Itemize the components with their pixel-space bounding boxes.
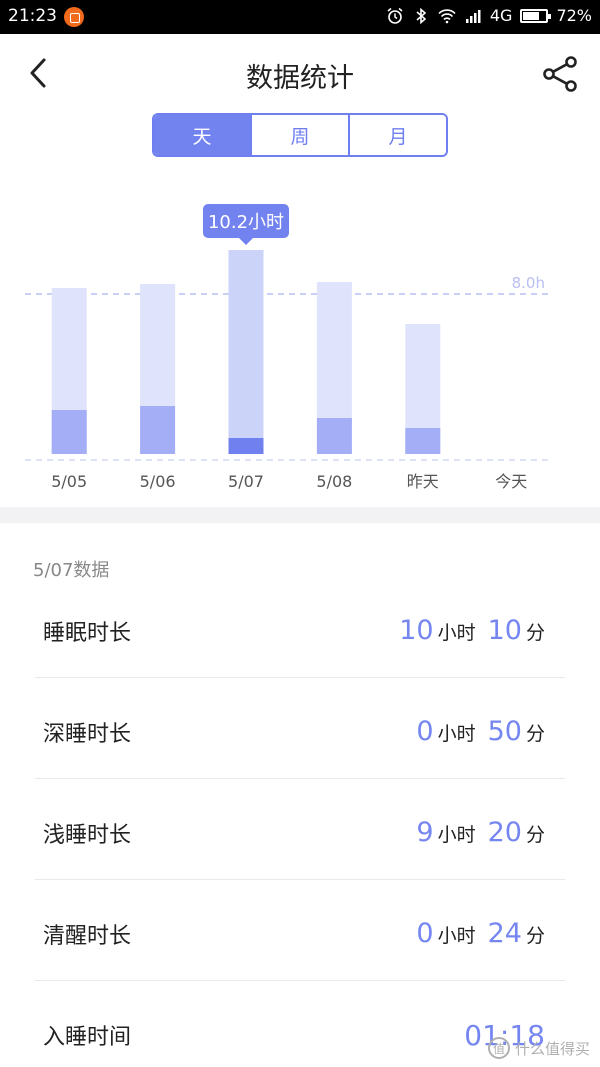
x-tick-label: 5/05 [51,472,87,491]
watermark-logo: 值 [487,1037,510,1059]
reference-line-label: 8.0h [512,274,545,292]
tab-month[interactable]: 月 [350,115,446,155]
bar-deep [228,438,264,454]
notification-app-icon [64,7,84,27]
minute-unit: 分 [525,723,545,745]
row-value: 9 小时 20 分 [416,817,545,848]
status-icons: 4G 72% [386,6,592,25]
x-tick-label: 5/06 [140,472,176,491]
tooltip-arrow [239,238,253,245]
minute-unit: 分 [525,925,545,947]
tab-day[interactable]: 天 [154,115,252,155]
row-light-sleep: 浅睡时长 9 小时 20 分 [35,779,565,880]
bar-deep [316,418,352,454]
row-sleep-time: 入睡时间 01:18 [35,981,565,1067]
sleep-bar-chart: 8.0h 5/05 5/06 5/07 5/08 昨天 今天 10.2小时 [0,180,600,510]
tooltip-label: 10.2小时 [208,212,284,233]
battery-icon [520,8,552,23]
row-deep-sleep: 深睡时长 0 小时 50 分 [35,678,565,779]
page-title: 数据统计 [246,63,354,94]
x-tick-label: 5/08 [316,472,352,491]
hours-value: 0 [416,716,434,747]
battery-percent: 72% [556,6,592,25]
wifi-icon [438,8,456,23]
bluetooth-icon [416,7,427,24]
hours-value: 9 [416,817,434,848]
row-awake: 清醒时长 0 小时 24 分 [35,880,565,981]
signal-icon [465,9,481,23]
hours-value: 10 [399,615,434,646]
details-list: 睡眠时长 10 小时 10 分 深睡时长 0 小时 50 分 浅睡时长 9 小时… [35,577,565,1067]
app-header: 数据统计 [0,34,600,114]
row-label: 清醒时长 [43,924,132,949]
watermark-text: 什么值得买 [514,1039,590,1058]
alarm-icon [387,7,403,24]
minutes-value: 20 [487,817,522,848]
hour-unit: 小时 [437,925,476,947]
x-tick-label: 5/07 [228,472,264,491]
chart-svg: 8.0h 5/05 5/06 5/07 5/08 昨天 今天 10.2小时 [25,204,553,491]
network-type: 4G [489,6,513,25]
row-value: 10 小时 10 分 [399,615,545,646]
tab-week[interactable]: 周 [252,115,350,155]
bar-total [228,250,264,454]
status-time: 21:23 [8,6,57,26]
row-value: 0 小时 50 分 [416,716,545,747]
row-label: 入睡时间 [43,1025,132,1050]
status-bar: 21:23 4G 72% [0,0,600,34]
watermark: 值 什么值得买 [487,1037,590,1059]
minute-unit: 分 [525,622,545,644]
row-value: 0 小时 24 分 [416,918,545,949]
hour-unit: 小时 [437,622,476,644]
x-tick-label: 今天 [495,472,527,491]
x-tick-label: 昨天 [407,472,439,491]
row-label: 睡眠时长 [43,621,132,646]
hour-unit: 小时 [437,824,476,846]
minutes-value: 24 [487,918,522,949]
hours-value: 0 [416,918,434,949]
bar-deep [51,410,87,454]
minutes-value: 50 [487,716,522,747]
minutes-value: 10 [487,615,522,646]
row-label: 浅睡时长 [43,823,132,848]
row-sleep-duration: 睡眠时长 10 小时 10 分 [35,577,565,678]
share-icon[interactable] [540,54,580,94]
period-tabs: 天 周 月 [152,113,448,157]
bar-deep [140,406,176,454]
row-label: 深睡时长 [43,722,132,747]
bar-deep [405,428,441,454]
minute-unit: 分 [525,824,545,846]
section-divider [0,507,600,523]
hour-unit: 小时 [437,723,476,745]
